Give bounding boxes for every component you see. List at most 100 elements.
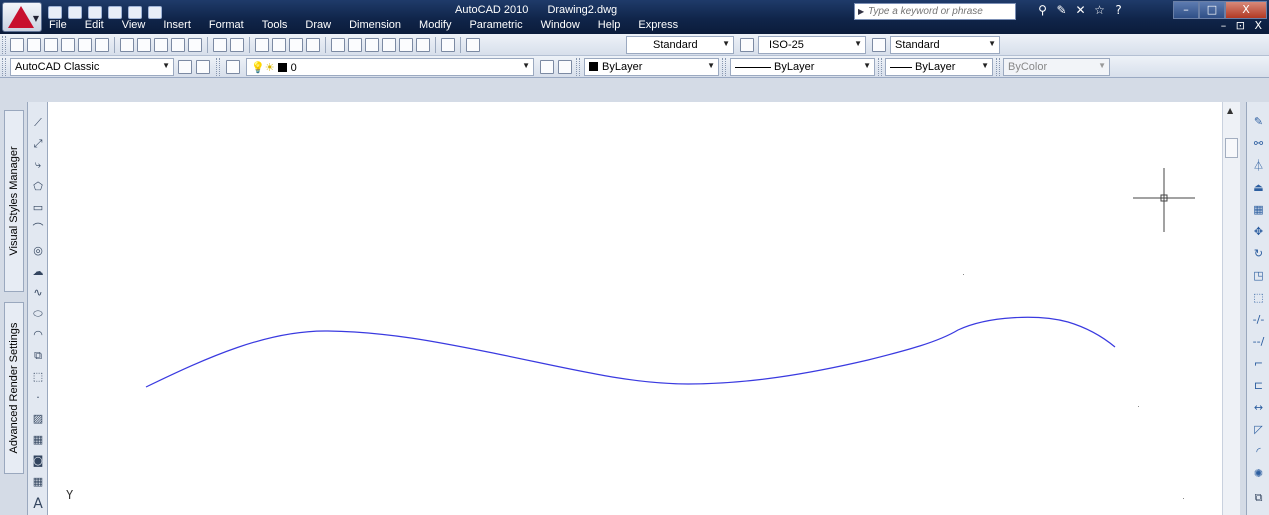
copy-icon[interactable]: ⚯	[1251, 136, 1266, 151]
scroll-up-arrow-icon[interactable]: ▲	[1227, 106, 1233, 115]
menu-modify[interactable]: Modify	[410, 18, 460, 33]
mirror-icon[interactable]: ⏃	[1251, 158, 1266, 173]
polygon-icon[interactable]: ⬠	[31, 180, 45, 194]
publish-icon[interactable]	[95, 38, 109, 52]
rectangle-icon[interactable]: ▭	[31, 201, 45, 215]
help-icon[interactable]: ?	[1111, 3, 1126, 18]
erase-icon[interactable]: ✎	[1251, 114, 1266, 129]
menu-dimension[interactable]: Dimension	[340, 18, 410, 33]
text-style-icon[interactable]	[466, 38, 480, 52]
properties-icon[interactable]	[331, 38, 345, 52]
design-center-icon[interactable]	[348, 38, 362, 52]
gradient-icon[interactable]: ▦	[31, 433, 45, 447]
circle-icon[interactable]: ◎	[31, 244, 45, 258]
revision-cloud-icon[interactable]: ☁	[31, 265, 45, 279]
table-style-icon[interactable]	[872, 38, 886, 52]
construction-line-icon[interactable]: ⤢	[31, 137, 45, 151]
menu-insert[interactable]: Insert	[154, 18, 200, 33]
favorites-icon[interactable]: ☆	[1092, 3, 1107, 18]
menu-window[interactable]: Window	[532, 18, 589, 33]
menu-file[interactable]: File	[40, 18, 76, 33]
match-properties-icon[interactable]	[171, 38, 185, 52]
layer-properties-icon[interactable]	[226, 60, 240, 74]
dimension-style-icon[interactable]	[740, 38, 754, 52]
copy-icon[interactable]	[137, 38, 151, 52]
zoom-realtime-icon[interactable]	[272, 38, 286, 52]
linetype-select[interactable]: ByLayer ▼	[730, 58, 875, 76]
paste-icon[interactable]	[154, 38, 168, 52]
zoom-window-icon[interactable]	[289, 38, 303, 52]
toolbar-grip[interactable]	[576, 58, 580, 76]
tool-palettes-icon[interactable]	[365, 38, 379, 52]
dimension-style-select[interactable]: ISO-25 ▼	[758, 36, 866, 54]
visual-styles-manager-tab[interactable]: Visual Styles Manager	[4, 110, 24, 292]
layer-select[interactable]: 💡☀ 0 ▼	[246, 58, 534, 76]
redo-icon[interactable]	[230, 38, 244, 52]
table-icon[interactable]: ▦	[31, 475, 45, 489]
menu-draw[interactable]: Draw	[296, 18, 340, 33]
qnew-icon[interactable]	[10, 38, 24, 52]
table-style-select[interactable]: Standard ▼	[890, 36, 1000, 54]
communication-center-icon[interactable]: ✎	[1054, 3, 1069, 18]
chamfer-icon[interactable]: ◸	[1251, 422, 1266, 437]
menu-format[interactable]: Format	[200, 18, 253, 33]
color-select[interactable]: ByLayer ▼	[584, 58, 719, 76]
plot-icon[interactable]	[148, 5, 162, 19]
plot-icon[interactable]	[61, 38, 75, 52]
fillet-icon[interactable]: ◜	[1251, 444, 1266, 459]
zoom-previous-icon[interactable]	[306, 38, 320, 52]
workspace-select[interactable]: AutoCAD Classic ▼	[10, 58, 174, 76]
drawing-window-controls[interactable]: – ⊡ X	[1221, 19, 1265, 32]
subscription-center-icon[interactable]: ✕	[1073, 3, 1088, 18]
menu-express[interactable]: Express	[629, 18, 687, 33]
extend-icon[interactable]: --/	[1251, 334, 1266, 349]
search-box[interactable]: ▶	[854, 3, 1016, 20]
toolbar-grip[interactable]	[996, 58, 1000, 76]
pan-icon[interactable]	[255, 38, 269, 52]
calculator-icon[interactable]	[416, 38, 430, 52]
spline-curve[interactable]	[145, 316, 1116, 388]
advanced-render-settings-tab[interactable]: Advanced Render Settings	[4, 302, 24, 474]
line-icon[interactable]: ⟋	[31, 116, 45, 130]
toolbar-grip[interactable]	[2, 36, 6, 54]
rotate-icon[interactable]: ↻	[1251, 246, 1266, 261]
cut-icon[interactable]	[120, 38, 134, 52]
undo-icon[interactable]	[213, 38, 227, 52]
join-icon[interactable]: ↔	[1251, 400, 1266, 415]
explode-icon[interactable]: ✺	[1251, 466, 1266, 481]
vertical-scrollbar[interactable]: ▲	[1222, 102, 1240, 515]
search-input[interactable]	[868, 5, 1013, 18]
block-editor-icon[interactable]	[188, 38, 202, 52]
new-icon[interactable]	[48, 5, 62, 19]
menu-help[interactable]: Help	[589, 18, 630, 33]
offset-icon[interactable]: ⏏	[1251, 180, 1266, 195]
toolbar-grip[interactable]	[2, 58, 6, 76]
multiline-text-icon[interactable]: A	[31, 497, 45, 511]
spline-icon[interactable]: ∿	[31, 286, 45, 300]
trim-icon[interactable]: -/-	[1251, 312, 1266, 327]
stretch-icon[interactable]: ⬚	[1251, 290, 1266, 305]
save-icon[interactable]	[88, 5, 102, 19]
binoculars-icon[interactable]: ⚲	[1035, 3, 1050, 18]
scrollbar-thumb[interactable]	[1225, 138, 1238, 158]
insert-block-icon[interactable]: ⧉	[31, 349, 45, 363]
point-icon[interactable]: ·	[31, 391, 45, 405]
draw-order-icon[interactable]: ⧉	[1251, 490, 1266, 505]
workspace-settings-icon[interactable]	[178, 60, 192, 74]
help-icon[interactable]	[441, 38, 455, 52]
redo-icon[interactable]	[128, 5, 142, 19]
scale-icon[interactable]: ◳	[1251, 268, 1266, 283]
drawing-canvas[interactable]	[48, 102, 1222, 515]
plot-preview-icon[interactable]	[78, 38, 92, 52]
minimize-button[interactable]: –	[1173, 1, 1199, 19]
arc-icon[interactable]: ⌒	[31, 222, 45, 236]
toolbar-grip[interactable]	[216, 58, 220, 76]
toolbar-grip[interactable]	[722, 58, 726, 76]
polyline-icon[interactable]: ⤷	[31, 158, 45, 172]
open-icon[interactable]	[68, 5, 82, 19]
ellipse-arc-icon[interactable]: ◠	[31, 328, 45, 342]
menu-parametric[interactable]: Parametric	[460, 18, 531, 33]
open-icon[interactable]	[27, 38, 41, 52]
layer-previous-icon[interactable]	[558, 60, 572, 74]
my-workspace-icon[interactable]	[196, 60, 210, 74]
